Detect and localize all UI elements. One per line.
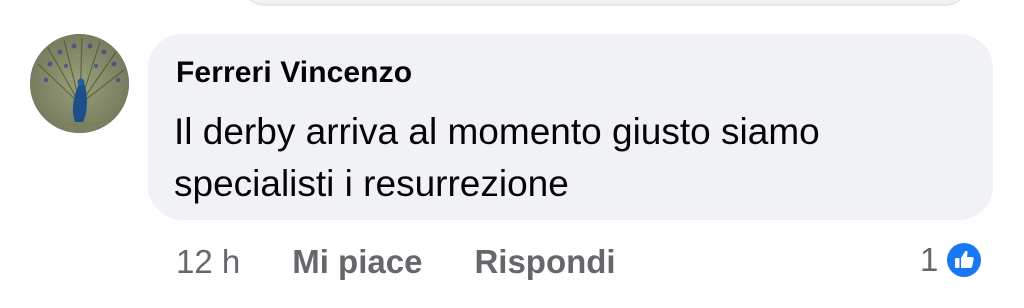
comment-bubble: Ferreri Vincenzo Il derby arriva al mome…: [148, 34, 993, 220]
comment-thread: Ferreri Vincenzo Il derby arriva al mome…: [0, 0, 1024, 308]
reactions-summary[interactable]: 1: [920, 236, 986, 284]
comment-actions: 12 h Mi piace Rispondi: [176, 240, 668, 284]
peacock-avatar-icon: [30, 34, 129, 133]
comment-author[interactable]: Ferreri Vincenzo: [176, 56, 412, 90]
comment-timestamp[interactable]: 12 h: [176, 243, 240, 281]
like-thumbs-up-icon: [943, 239, 986, 281]
like-button[interactable]: Mi piace: [292, 243, 422, 281]
reaction-count: 1: [920, 241, 939, 278]
reply-button[interactable]: Rispondi: [474, 243, 615, 281]
previous-comment-bubble: [238, 0, 972, 6]
avatar[interactable]: [30, 34, 129, 133]
comment-text: Il derby arriva al momento giusto siamo …: [174, 111, 820, 204]
